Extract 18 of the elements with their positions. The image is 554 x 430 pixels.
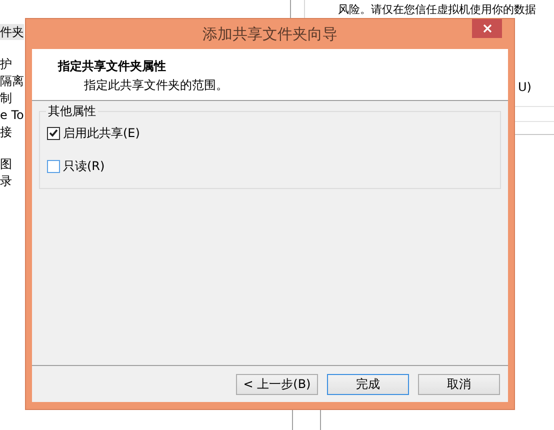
dialog-button[interactable]: < 上一步(B)	[236, 374, 318, 394]
dialog-button[interactable]: 完成	[327, 374, 409, 394]
checkbox[interactable]	[47, 126, 60, 140]
group-title: 其他属性	[46, 103, 98, 119]
warning-text: 风险。请仅在您信任虚拟机使用你的数据	[338, 3, 536, 16]
checkbox-option[interactable]: 启用此共享(E)	[47, 125, 140, 141]
sidebar-item[interactable]: 件夹	[0, 24, 24, 40]
window-title: 添加共享文件夹向导	[202, 24, 338, 45]
checkmark-icon	[49, 129, 58, 137]
checkbox[interactable]	[47, 160, 60, 172]
close-button[interactable]	[472, 19, 502, 38]
page-subtitle: 指定此共享文件夹的范围。	[83, 77, 229, 94]
sidebar-item[interactable]: 隔离	[0, 73, 24, 89]
page-title: 指定共享文件夹属性	[58, 58, 167, 75]
option-label: U)	[518, 79, 532, 96]
dialog-button[interactable]: 取消	[418, 374, 500, 394]
close-icon	[482, 24, 492, 33]
checkbox-option[interactable]: 只读(R)	[47, 158, 105, 174]
